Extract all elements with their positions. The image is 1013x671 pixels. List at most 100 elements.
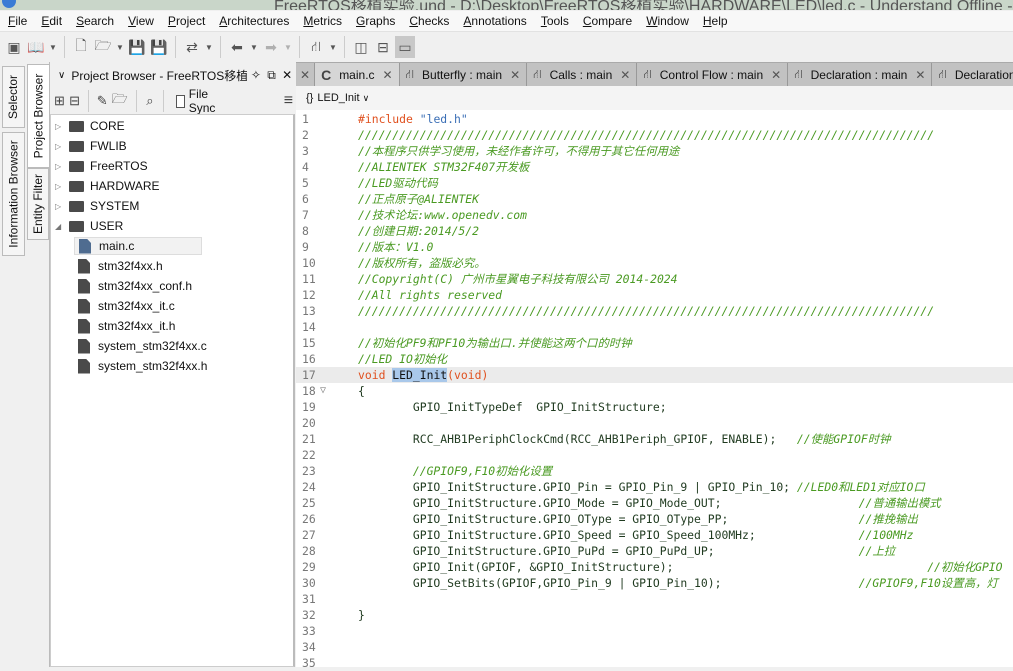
menu-item[interactable]: Search [68,14,120,28]
menu-item[interactable]: Compare [575,14,638,28]
tree-item-label: FWLIB [90,139,127,153]
close-icon[interactable]: ✕ [383,68,393,82]
add-file-icon[interactable]: ⊞ [54,92,65,110]
tab-main-c[interactable]: Cmain.c ✕ [315,63,400,86]
file-sync-checkbox[interactable] [176,94,185,108]
tree-file[interactable]: stm32f4xx_conf.h [74,277,192,295]
menu-icon[interactable]: ≡ [283,92,294,110]
save-all-icon[interactable]: 💾 [149,36,169,58]
back-arrow-icon[interactable]: ⬅ [227,36,247,58]
tree-folder[interactable]: ▷ HARDWARE [55,177,160,195]
code-text: GPIO_InitStructure.GPIO_PuPd = GPIO_PuPd… [358,543,895,559]
open-book-icon[interactable]: 📖 [26,36,46,58]
remove-file-icon[interactable]: ⊟ [69,92,80,110]
folder-icon [69,200,84,212]
graph-icon[interactable]: ⛙ [306,36,326,58]
menu-item[interactable]: Checks [401,14,455,28]
tree-file[interactable]: stm32f4xx_it.h [74,317,175,335]
menu-item[interactable]: Metrics [295,14,348,28]
save-icon[interactable]: 💾 [127,36,147,58]
line-number: 20 [302,416,316,430]
collapsed-arrow-icon[interactable]: ▷ [55,162,65,171]
breadcrumb[interactable]: {} LED_Init ∨ [296,86,1013,110]
menu-item[interactable]: Annotations [455,14,532,28]
menu-item-label: nnotations [471,14,527,28]
open-folder-icon[interactable]: 🗁 [112,91,128,110]
collapsed-arrow-icon[interactable]: ▷ [55,202,65,211]
tree-folder[interactable]: ▷ SYSTEM [55,197,139,215]
line-number: 10 [302,256,316,270]
collapsed-arrow-icon[interactable]: ▷ [55,122,65,131]
chevron-down-icon[interactable]: ∨ [58,70,65,81]
chevron-down-icon[interactable]: ▼ [115,36,125,58]
new-file-icon[interactable]: 🗋 [71,36,91,58]
tab-butterfly-main[interactable]: ⛙ Butterfly : main ✕ [400,63,528,86]
expanded-arrow-icon[interactable]: ◢ [55,222,65,231]
file-icon [78,318,90,334]
chevron-down-icon[interactable]: ∨ [363,93,370,104]
chevron-down-icon[interactable]: ▼ [204,36,214,58]
code-line: 24 GPIO_InitStructure.GPIO_Pin = GPIO_Pi… [296,479,1013,495]
tab-entity-filter[interactable]: Entity Filter [27,168,49,240]
menu-item[interactable]: View [120,14,160,28]
close-icon[interactable]: ✕ [280,68,294,82]
new-project-icon[interactable]: ▣ [4,36,24,58]
tree-folder[interactable]: ◢ USER [55,217,123,235]
code-token-id: GPIO_Init(GPIOF, &GPIO_InitStructure); [358,560,928,574]
chevron-down-icon[interactable]: ▼ [328,36,338,58]
code-editor[interactable]: {} LED_Init ∨ 1 #include "led.h" 2 ////////… [296,86,1013,670]
single-view-icon[interactable]: ▭ [395,36,415,58]
tree-folder[interactable]: ▷ FWLIB [55,137,127,155]
file-icon [78,298,90,314]
close-icon[interactable]: ✕ [510,68,520,82]
menu-item[interactable]: Architectures [211,14,295,28]
file-icon [79,238,91,254]
close-icon[interactable]: ✕ [620,68,630,82]
tab-selector[interactable]: Selector [2,66,25,128]
tree-folder[interactable]: ▷ FreeRTOS [55,157,148,175]
project-browser-panel: ∨ Project Browser - FreeRTOS移植实验 ✧ ⧉ ✕ ⊞… [49,62,295,667]
forward-arrow-icon[interactable]: ➡ [261,36,281,58]
chevron-down-icon[interactable]: ▼ [283,36,293,58]
menu-item[interactable]: File [0,14,33,28]
tree-file[interactable]: stm32f4xx_it.c [74,297,175,315]
menu-item[interactable]: Window [638,14,695,28]
chevron-down-icon[interactable]: ▼ [48,36,58,58]
pin-icon[interactable]: ✧ [249,68,263,82]
tab-calls-main[interactable]: ⛙ Calls : main ✕ [527,63,638,86]
split-vertical-icon[interactable]: ◫ [351,36,371,58]
menu-item[interactable]: Tools [533,14,575,28]
tab-control-flow-main[interactable]: ⛙ Control Flow : main ✕ [637,63,789,86]
code-line: 2 ///////////////////////////////////////… [296,127,1013,143]
tab-declaration-main[interactable]: ⛙ Declaration : main ✕ [788,63,933,86]
fold-toggle-icon[interactable]: ▽ [320,383,326,399]
swap-file-icon[interactable]: ⇄ [182,36,202,58]
collapsed-arrow-icon[interactable]: ▷ [55,182,65,191]
collapsed-arrow-icon[interactable]: ▷ [55,142,65,151]
tree-file[interactable]: stm32f4xx.h [74,257,163,275]
search-icon[interactable]: ⌕ [144,92,155,110]
tree-folder[interactable]: ▷ CORE [55,117,125,135]
split-horizontal-icon[interactable]: ⊟ [373,36,393,58]
float-icon[interactable]: ⧉ [265,68,279,83]
chevron-down-icon[interactable]: ▼ [249,36,259,58]
menu-item[interactable]: Help [695,14,734,28]
tab-declaration-file-main[interactable]: ⛙Declaration File : main✕ [932,63,1013,86]
code-text: //本程序只供学习使用，未经作者许可，不得用于其它任何用途 [358,143,679,159]
tab-information-browser[interactable]: Information Browser [2,132,25,256]
tree-file[interactable]: main.c [74,237,202,255]
menu-item[interactable]: Graphs [348,14,401,28]
tree-file[interactable]: system_stm32f4xx.c [74,337,207,355]
edit-file-icon[interactable]: ✎ [97,92,108,110]
menu-item[interactable]: Edit [33,14,68,28]
open-folder-icon[interactable]: 🗁 [93,36,113,58]
menu-item-key: V [128,14,136,28]
close-icon[interactable]: ✕ [300,68,310,82]
code-token-cm: //版本：V1.0 [358,240,434,254]
tab-project-browser[interactable]: Project Browser [27,64,49,168]
menu-item[interactable]: Project [160,14,211,28]
close-icon[interactable]: ✕ [915,68,925,82]
close-icon[interactable]: ✕ [771,68,781,82]
partial-tab[interactable]: ✕ [296,63,316,86]
tree-file[interactable]: system_stm32f4xx.h [74,357,207,375]
